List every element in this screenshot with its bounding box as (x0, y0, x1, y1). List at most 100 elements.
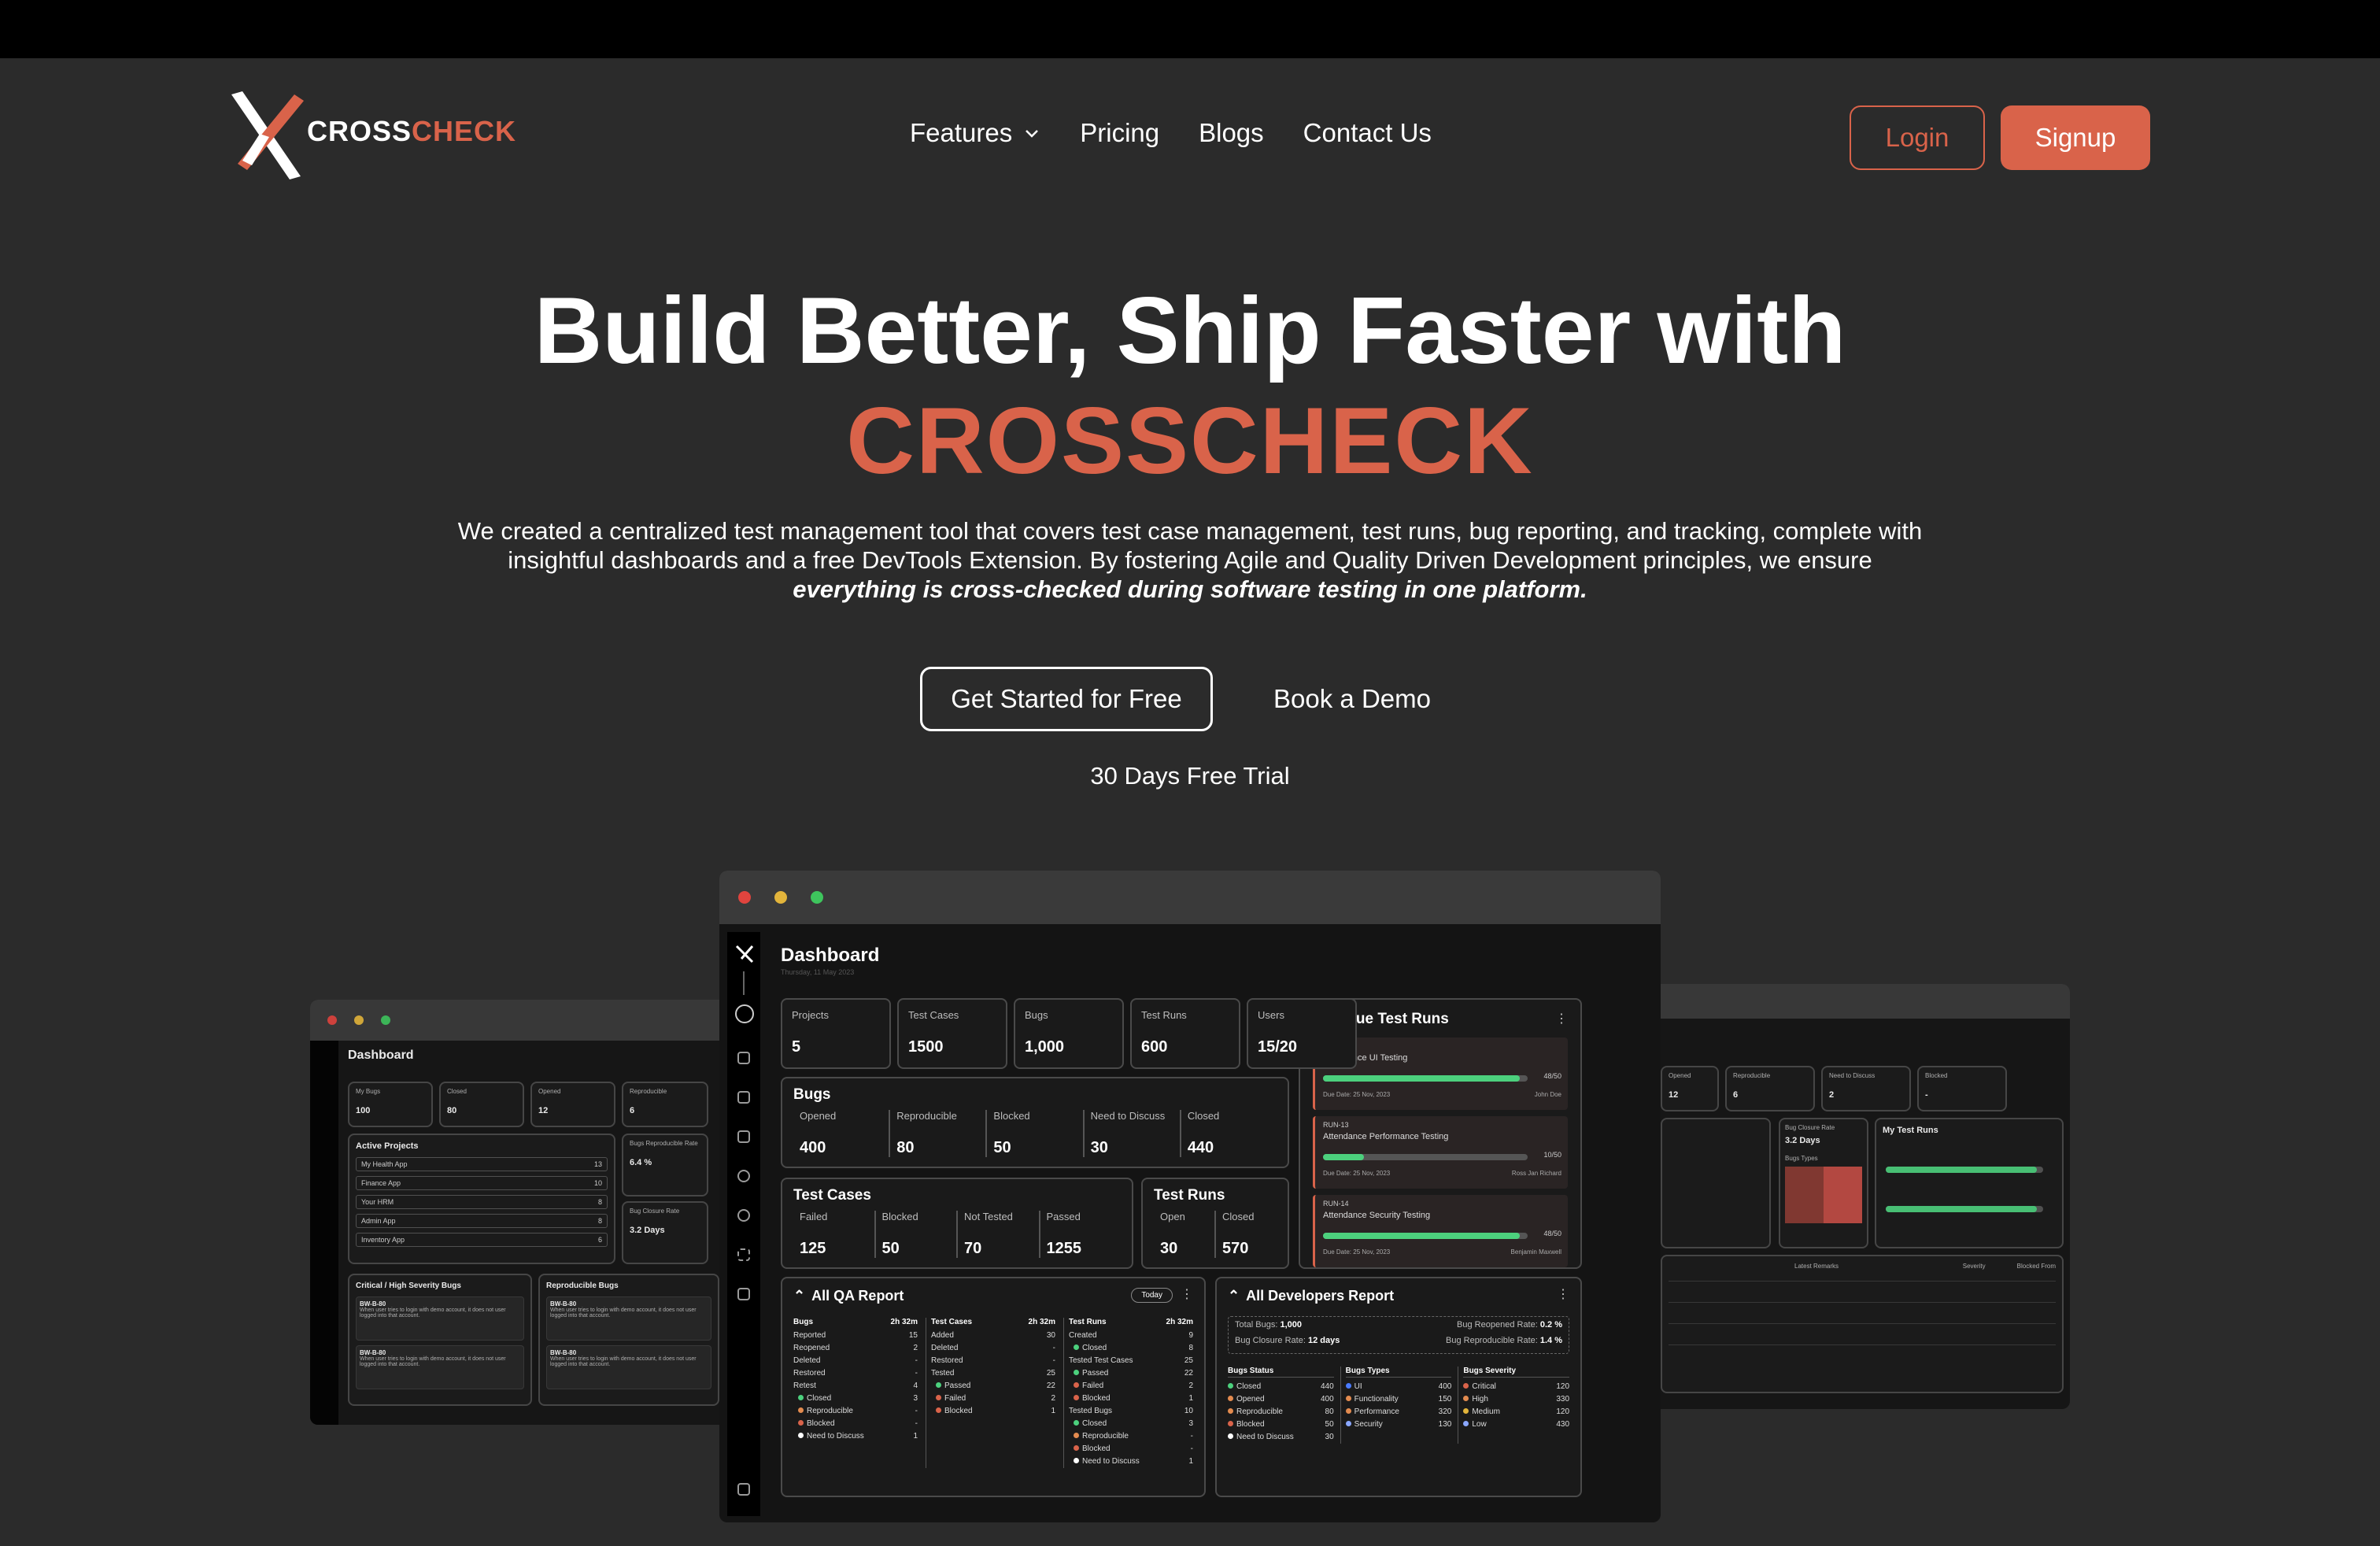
report-row: Added 30 (931, 1331, 1055, 1340)
hero-title-line2: CROSSCHECK (846, 388, 1534, 494)
report-row: Closed 3 (1069, 1418, 1193, 1430)
status-dot-icon (1345, 1408, 1351, 1414)
dashboard-sidebar (727, 932, 760, 1516)
metric: Blocked 50 (985, 1110, 1082, 1157)
run-progress-bar (1323, 1075, 1528, 1082)
date-filter-badge[interactable]: Today (1131, 1288, 1173, 1303)
dashboard-title: Dashboard (781, 945, 880, 966)
browser-top-bar (0, 0, 2380, 58)
nav-contact[interactable]: Contact Us (1303, 118, 1432, 148)
right-dashboard-mockup: Opened 12 Reproducible 6 Need to Discuss 2 … (1661, 984, 2070, 1409)
book-demo-button[interactable]: Book a Demo (1259, 667, 1445, 731)
overdue-run-item[interactable]: RUN-14 Attendance Security Testing 48/50 Du… (1313, 1195, 1568, 1267)
status-dot-icon (1463, 1421, 1469, 1426)
report-row: Blocked 50 (1228, 1418, 1334, 1431)
report-row: Reproducible - (793, 1405, 918, 1418)
avatar-icon[interactable] (735, 1004, 754, 1023)
report-row: Created 9 (1069, 1331, 1193, 1340)
logout-icon[interactable] (737, 1483, 750, 1496)
report-row: Closed 440 (1228, 1381, 1334, 1393)
get-started-button[interactable]: Get Started for Free (920, 667, 1213, 731)
stat-card: Test Runs 600 (1130, 998, 1240, 1069)
status-dot-icon (936, 1407, 941, 1413)
report-row: Closed 8 (1069, 1342, 1193, 1355)
home-icon[interactable] (737, 1052, 750, 1064)
status-dot-icon (1228, 1433, 1233, 1439)
report-row: Tested Bugs 10 (1069, 1407, 1193, 1415)
report-row: Deleted - (793, 1356, 918, 1365)
report-row: Blocked - (793, 1418, 918, 1430)
bug-icon[interactable] (737, 1209, 750, 1222)
left-stat-card: Closed 80 (439, 1082, 524, 1127)
test-cases-card: Test Cases Failed 125 Blocked 50 Not Tested 7… (781, 1178, 1133, 1269)
status-dot-icon (1345, 1396, 1351, 1401)
nav-features[interactable]: Features (910, 118, 1040, 148)
stat-card: Bugs 1,000 (1014, 998, 1124, 1069)
report-column: Bugs Severity Critical 120 High 330 Medium 120… (1458, 1367, 1570, 1444)
edit-icon[interactable] (737, 1130, 750, 1143)
status-dot-icon (798, 1433, 804, 1438)
briefcase-icon[interactable] (737, 1091, 750, 1104)
report-row: Need to Discuss 30 (1228, 1431, 1334, 1444)
report-row: Functionality 150 (1345, 1393, 1451, 1406)
status-dot-icon (1463, 1383, 1469, 1389)
report-row: Need to Discuss 1 (1069, 1455, 1193, 1468)
left-repro-rate-card: Bugs Reproducible Rate 6.4 % (622, 1134, 708, 1196)
maximize-dot-icon (811, 891, 823, 904)
project-row[interactable]: Your HRM 8 (356, 1195, 608, 1209)
report-row: Tested 25 (931, 1369, 1055, 1378)
metric: Reproducible 80 (889, 1110, 985, 1157)
project-row[interactable]: My Health App 13 (356, 1157, 608, 1171)
nav-pricing[interactable]: Pricing (1080, 118, 1159, 148)
metric: Passed 1255 (1038, 1211, 1122, 1258)
hero-desc-emphasis: everything is cross-checked during softw… (793, 575, 1587, 603)
nav-blogs[interactable]: Blogs (1199, 118, 1264, 148)
report-row: Opened 400 (1228, 1393, 1334, 1406)
right-remarks-card: Latest Remarks Severity Blocked From (1661, 1255, 2064, 1393)
metric: Failed 125 (800, 1211, 828, 1257)
left-stat-card: Opened 12 (530, 1082, 615, 1127)
crosscheck-logo[interactable]: CROSSCHECK (228, 88, 516, 179)
report-row: Blocked 1 (931, 1405, 1055, 1418)
trial-note: 30 Days Free Trial (1090, 762, 1290, 790)
report-column: Test Cases 2h 32m Added 30 Deleted - Restored -… (926, 1318, 1055, 1468)
stat-card: Projects 5 (781, 998, 891, 1069)
more-vertical-icon[interactable]: ⋮ (1181, 1286, 1193, 1302)
grid-icon[interactable] (737, 1288, 750, 1300)
sort-icon[interactable]: ⌃ (1228, 1288, 1240, 1304)
status-dot-icon (798, 1395, 804, 1400)
status-dot-icon (1074, 1445, 1079, 1451)
status-dot-icon (1228, 1383, 1233, 1389)
compass-icon[interactable] (737, 1170, 750, 1182)
status-dot-icon (1074, 1382, 1079, 1388)
report-row: High 330 (1463, 1393, 1569, 1406)
report-row: Reproducible - (1069, 1430, 1193, 1443)
signup-button[interactable]: Signup (2001, 105, 2150, 170)
right-stat-card: Reproducible 6 (1725, 1066, 1815, 1111)
status-dot-icon (1463, 1396, 1469, 1401)
status-dot-icon (1074, 1420, 1079, 1426)
metric: Opened 400 (800, 1110, 837, 1156)
report-row: UI 400 (1345, 1381, 1451, 1393)
project-row[interactable]: Admin App 8 (356, 1214, 608, 1228)
project-row[interactable]: Finance App 10 (356, 1176, 608, 1190)
status-dot-icon (1345, 1421, 1351, 1426)
reproducible-bugs-card: Reproducible Bugs BW-B-80 When user tries… (538, 1274, 719, 1406)
qa-report-card: ⌃ All QA Report Today ⋮ Bugs 2h 32m Reporte… (781, 1277, 1206, 1497)
login-button[interactable]: Login (1850, 105, 1985, 170)
report-column: Bugs Status Closed 440 Opened 400 Reproducibl… (1228, 1367, 1334, 1444)
report-row: Passed 22 (931, 1380, 1055, 1393)
more-vertical-icon[interactable]: ⋮ (1555, 1011, 1568, 1026)
status-dot-icon (1074, 1433, 1079, 1438)
close-dot-icon (327, 1015, 337, 1025)
report-row: Critical 120 (1463, 1381, 1569, 1393)
status-dot-icon (1228, 1421, 1233, 1426)
overdue-run-item[interactable]: RUN-13 Attendance Performance Testing 10/5… (1313, 1116, 1568, 1189)
select-icon[interactable] (737, 1248, 750, 1261)
hero-title-line1: Build Better, Ship Faster with (534, 278, 1846, 383)
more-vertical-icon[interactable]: ⋮ (1557, 1286, 1569, 1302)
sort-icon[interactable]: ⌃ (793, 1288, 805, 1304)
metric: Need to Discuss 30 (1082, 1110, 1180, 1157)
left-dashboard-mockup: Dashboard My Bugs 100 Closed 80 Opened 12 R… (310, 1000, 719, 1425)
project-row[interactable]: Inventory App 6 (356, 1233, 608, 1247)
